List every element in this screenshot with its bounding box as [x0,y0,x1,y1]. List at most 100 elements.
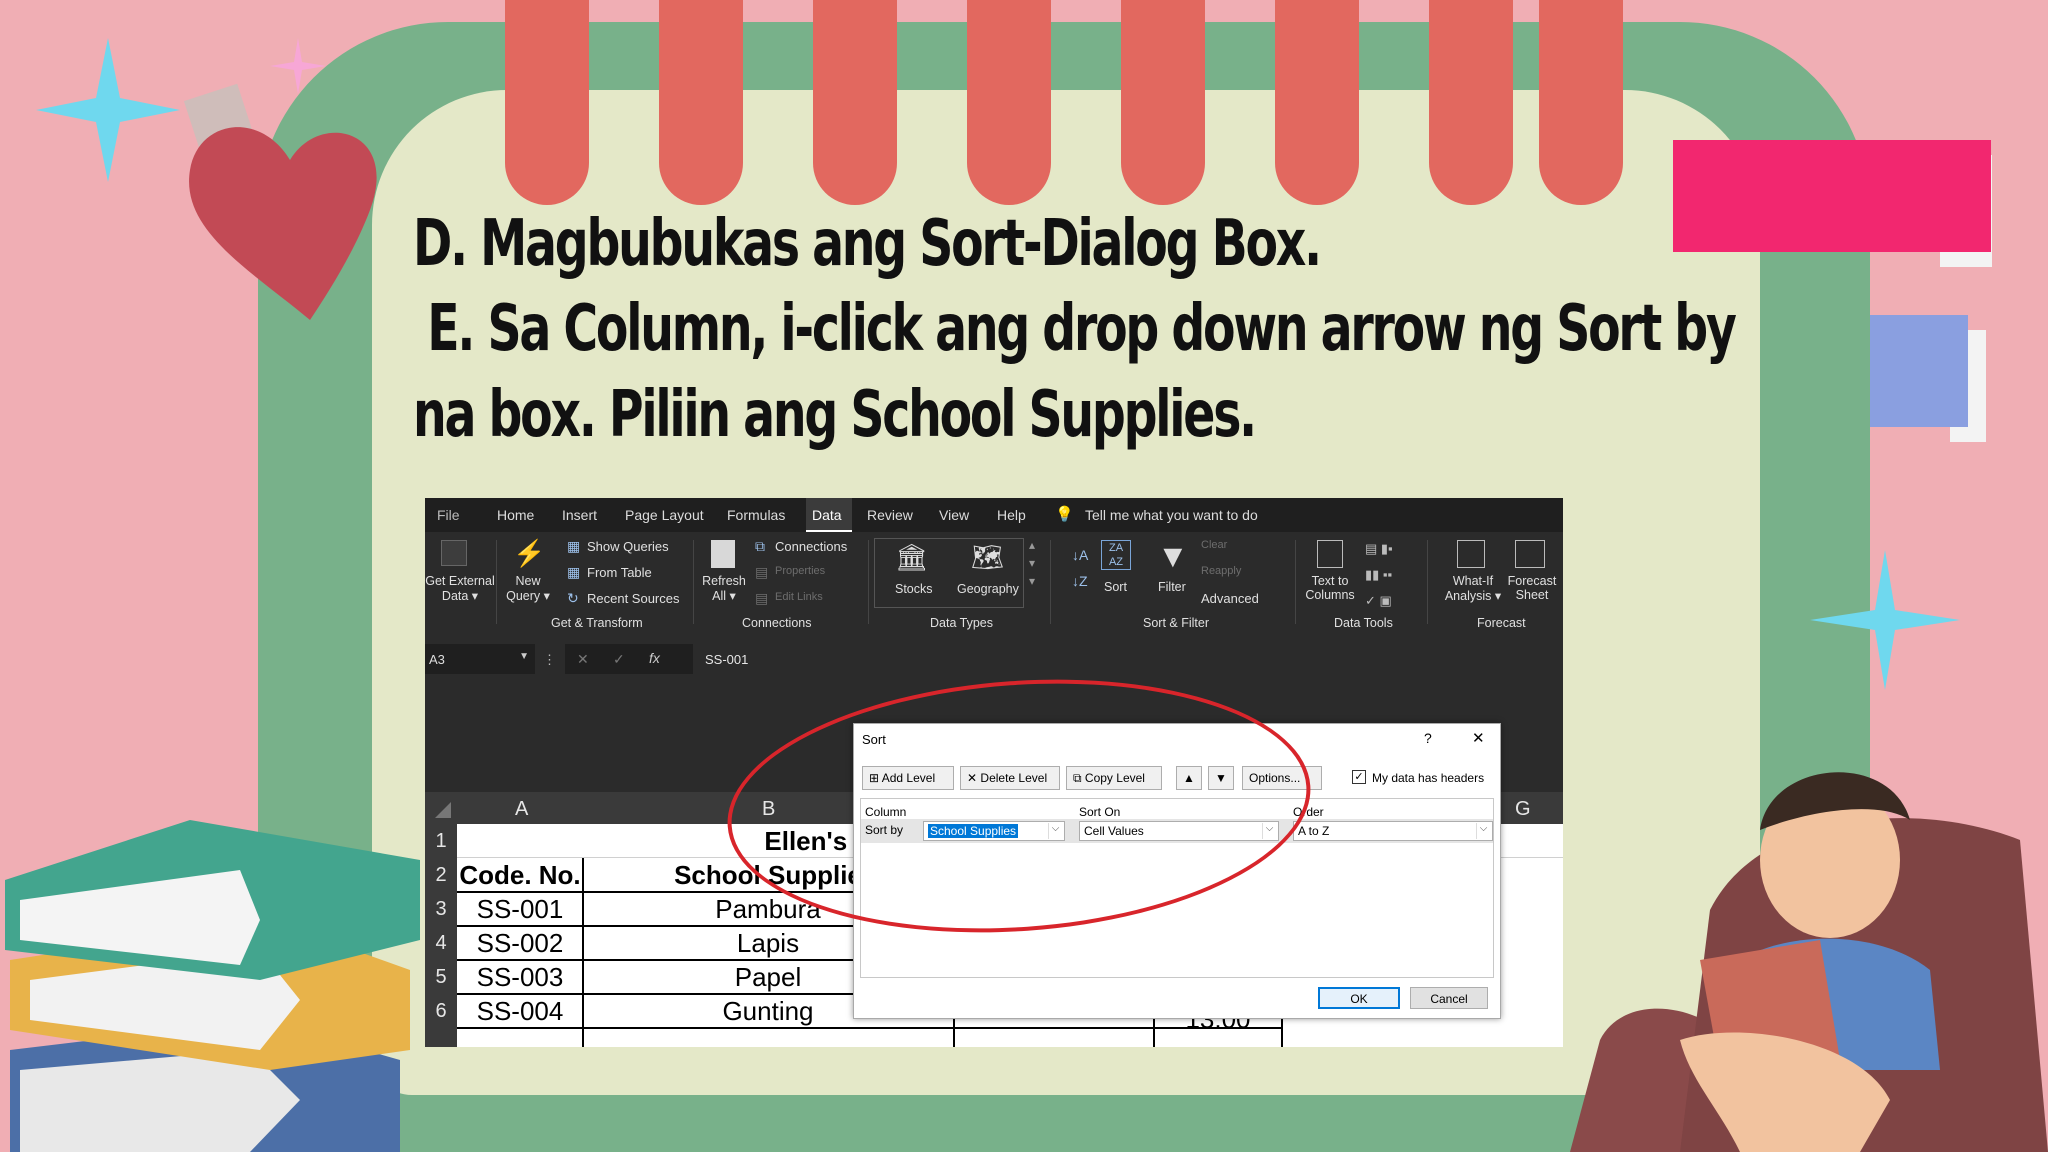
more-options-icon: ⋮ [543,652,556,667]
row-header[interactable]: 5 [425,960,457,994]
reapply-button[interactable]: Reapply [1201,565,1241,577]
gallery-scroll-arrows[interactable]: ▴ ▾ ▾ [1029,536,1035,590]
menu-insert[interactable]: Insert [562,507,597,523]
recent-sources-button[interactable]: Recent Sources [587,591,680,606]
get-external-data-icon [441,540,467,566]
tell-me-search[interactable]: Tell me what you want to do [1085,507,1258,523]
get-external-data-button[interactable]: Get External Data ▾ [425,574,495,603]
headline-line-2: E. Sa Column, i-click ang drop down arro… [413,292,1737,366]
menu-page-layout[interactable]: Page Layout [625,507,704,523]
column-header-g[interactable]: G [1515,798,1531,821]
pink-tape-decoration [1673,140,1991,252]
row-header[interactable]: 6 [425,994,457,1028]
select-all-icon[interactable] [435,802,451,818]
column-header-a[interactable]: A [515,798,528,821]
sparkle-icon [36,38,180,182]
sparkle-icon [270,38,326,94]
from-table-button[interactable]: From Table [587,565,652,580]
stocks-button[interactable]: Stocks [895,582,933,596]
sparkle-decoration [1810,550,1960,690]
awning-stripe [1429,0,1513,205]
headers-checkbox[interactable]: ✓ [1352,770,1366,784]
blue-tape-decoration [1870,315,1968,427]
what-if-analysis-icon [1457,540,1485,568]
data-tools-icons[interactable]: ▤ ▮▪ ▮▮ ▪▪ ✓ ▣ [1365,536,1393,614]
order-dropdown[interactable]: A to Z ⌵ [1293,821,1493,841]
sparkle-heart-decoration [36,38,377,320]
awning-stripe [659,0,743,205]
group-label-data-types: Data Types [930,616,994,630]
properties-icon: ▤ [755,564,769,580]
ok-button[interactable]: OK [1318,987,1400,1009]
enter-icon[interactable]: ✓ [613,651,625,668]
table-icon: ▦ [567,564,581,580]
refresh-all-button[interactable]: Refresh All ▾ [699,574,749,603]
menu-help[interactable]: Help [997,507,1026,523]
help-button[interactable]: ? [1424,730,1432,746]
menu-home[interactable]: Home [497,507,534,523]
recent-sources-icon: ↻ [567,590,579,606]
menu-file[interactable]: File [437,507,460,523]
menu-view[interactable]: View [939,507,969,523]
connections-icon: ⧉ [755,538,765,554]
menu-review[interactable]: Review [867,507,913,523]
row-header[interactable]: 4 [425,926,457,960]
new-query-icon: ⚡ [513,538,546,568]
text-to-columns-button[interactable]: Text to Columns [1305,574,1355,602]
code-cell[interactable]: SS-004 [457,996,583,1027]
heart-icon [189,127,377,320]
formula-controls: ✕ ✓ fx [565,644,693,674]
lightbulb-icon: 💡 [1055,506,1074,523]
refresh-all-icon [711,540,735,568]
connections-button[interactable]: Connections [775,539,847,554]
awning-stripe [967,0,1051,205]
reading-boy-illustration [1570,772,2048,1152]
group-label-connections: Connections [742,616,812,630]
clear-button[interactable]: Clear [1201,539,1227,551]
chevron-down-icon: ⌵ [1476,823,1490,839]
forecast-sheet-icon [1515,540,1545,568]
text-to-columns-icon [1317,540,1343,568]
cancel-icon[interactable]: ✕ [577,651,589,668]
code-cell[interactable]: SS-001 [457,894,583,925]
books-stack-illustration [5,820,420,1152]
geography-icon: 🗺 [971,542,1005,572]
cancel-button[interactable]: Cancel [1410,987,1488,1009]
group-label-sort-filter: Sort & Filter [1143,616,1209,630]
group-label-get-transform: Get & Transform [551,616,643,630]
awning-stripe [1275,0,1359,205]
awning-stripe [505,0,589,205]
forecast-sheet-button[interactable]: Forecast Sheet [1505,574,1559,602]
show-queries-button[interactable]: Show Queries [587,539,669,554]
properties-button[interactable]: Properties [775,565,825,577]
function-icon[interactable]: fx [649,650,660,666]
advanced-button[interactable]: Advanced [1201,591,1259,606]
header-code-cell[interactable]: Code. No. [457,860,583,891]
sort-ascending-icon[interactable]: ↓A ↓Z [1072,542,1088,594]
headers-checkbox-label: My data has headers [1372,771,1485,785]
row-header[interactable]: 1 [425,824,457,858]
awning-stripe [1539,0,1623,205]
data-ribbon: Get External Data ▾ ⚡ New Query ▾ ▦ Show… [425,532,1563,632]
geography-button[interactable]: Geography [957,582,1019,596]
headline-line-3: na box. Piliin ang School Supplies. [413,378,1257,452]
code-cell[interactable]: SS-003 [457,962,583,993]
awning-stripe [813,0,897,205]
new-query-button[interactable]: New Query ▾ [503,574,553,603]
awning-stripe [1121,0,1205,205]
sort-az-icon: ZA AZ [1101,540,1131,570]
menu-data[interactable]: Data [812,507,842,523]
menu-formulas[interactable]: Formulas [727,507,785,523]
filter-button[interactable]: Filter [1158,580,1186,594]
code-cell[interactable]: SS-002 [457,928,583,959]
row-header[interactable]: 2 [425,858,457,892]
row-header[interactable] [425,1028,457,1047]
close-button[interactable]: ✕ [1472,729,1485,747]
edit-links-button[interactable]: Edit Links [775,591,823,603]
what-if-analysis-button[interactable]: What-If Analysis ▾ [1443,574,1503,603]
sort-button[interactable]: Sort [1104,580,1127,594]
headline-line-1: D. Magbubukas ang Sort-Dialog Box. [413,207,1322,281]
name-box[interactable]: A3 ▼ [425,644,535,674]
row-header[interactable]: 3 [425,892,457,926]
formula-value: SS-001 [705,652,749,667]
